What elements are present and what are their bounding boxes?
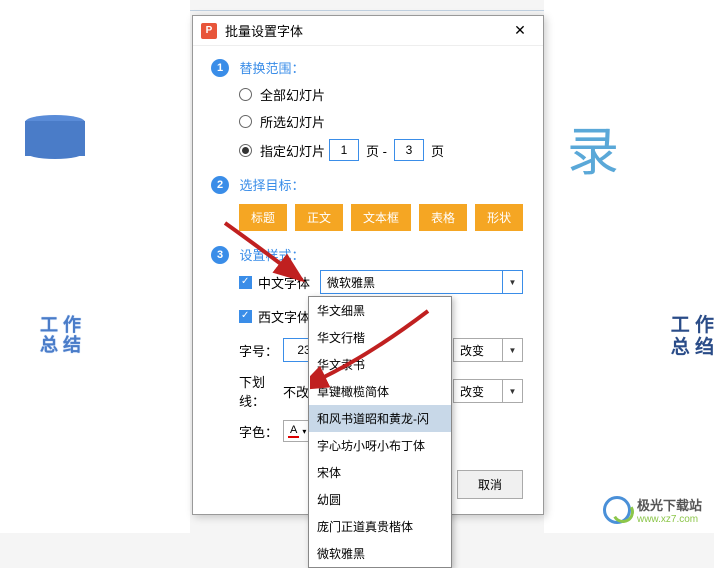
page-to-input[interactable] [394,139,424,161]
dialog-title: 批量设置字体 [225,21,505,40]
cn-font-select[interactable]: 微软雅黑 ▼ [320,270,523,294]
app-icon: P [201,23,217,39]
color-label: 字色： [239,422,283,441]
radio-selected-slides[interactable]: 所选幻灯片 [239,112,543,131]
section-range-title: 替换范围： [239,61,304,76]
radio-specific-slides[interactable]: 指定幻灯片 页 - 页 [239,139,543,161]
size-label: 字号： [239,341,283,360]
dropdown-arrow-icon: ▾ [302,427,306,436]
bg-right [544,0,714,533]
size-change-select[interactable]: 改变 ▼ [453,338,523,362]
close-button[interactable]: ✕ [505,19,535,43]
font-option[interactable]: 微软雅黑 [309,540,451,567]
annotation-arrow-1 [220,218,310,288]
target-textbox-button[interactable]: 文本框 [351,204,411,231]
underline-value: 不改 [283,382,309,401]
target-table-button[interactable]: 表格 [419,204,467,231]
step-2-badge: 2 [211,176,229,194]
underline-label: 下划线： [239,372,283,410]
bg-text-worksum-right: 工 作总 绉 [671,315,714,359]
titlebar[interactable]: P 批量设置字体 ✕ [193,16,543,46]
font-option[interactable]: 字心坊小呀小布丁体 [309,432,451,459]
font-option[interactable]: 庞门正道真贵楷体 [309,513,451,540]
underline-change-select[interactable]: 改变 ▼ [453,379,523,403]
bg-left [0,0,190,533]
bg-text-lu: 录 [567,110,619,185]
en-font-checkbox[interactable] [239,310,252,323]
font-option-highlighted[interactable]: 和风书道昭和黄龙-闪 [309,405,451,432]
font-option[interactable]: 宋体 [309,459,451,486]
watermark-name: 极光下载站 [637,495,702,514]
cylinder-shape [25,115,85,160]
annotation-arrow-2 [310,305,435,390]
target-shape-button[interactable]: 形状 [475,204,523,231]
bg-text-worksum: 工 作总 结 [40,315,81,355]
font-option[interactable]: 幼圆 [309,486,451,513]
watermark: 极光下载站 www.xz7.com [603,495,702,525]
section-target-title: 选择目标： [239,178,304,193]
cancel-button[interactable]: 取消 [457,470,523,499]
watermark-url: www.xz7.com [637,514,702,525]
radio-all-slides[interactable]: 全部幻灯片 [239,85,543,104]
dropdown-arrow-icon: ▼ [502,339,522,361]
page-from-input[interactable] [329,139,359,161]
watermark-icon [603,496,631,524]
step-1-badge: 1 [211,59,229,77]
dropdown-arrow-icon: ▼ [502,380,522,402]
dropdown-arrow-icon: ▼ [502,271,522,293]
